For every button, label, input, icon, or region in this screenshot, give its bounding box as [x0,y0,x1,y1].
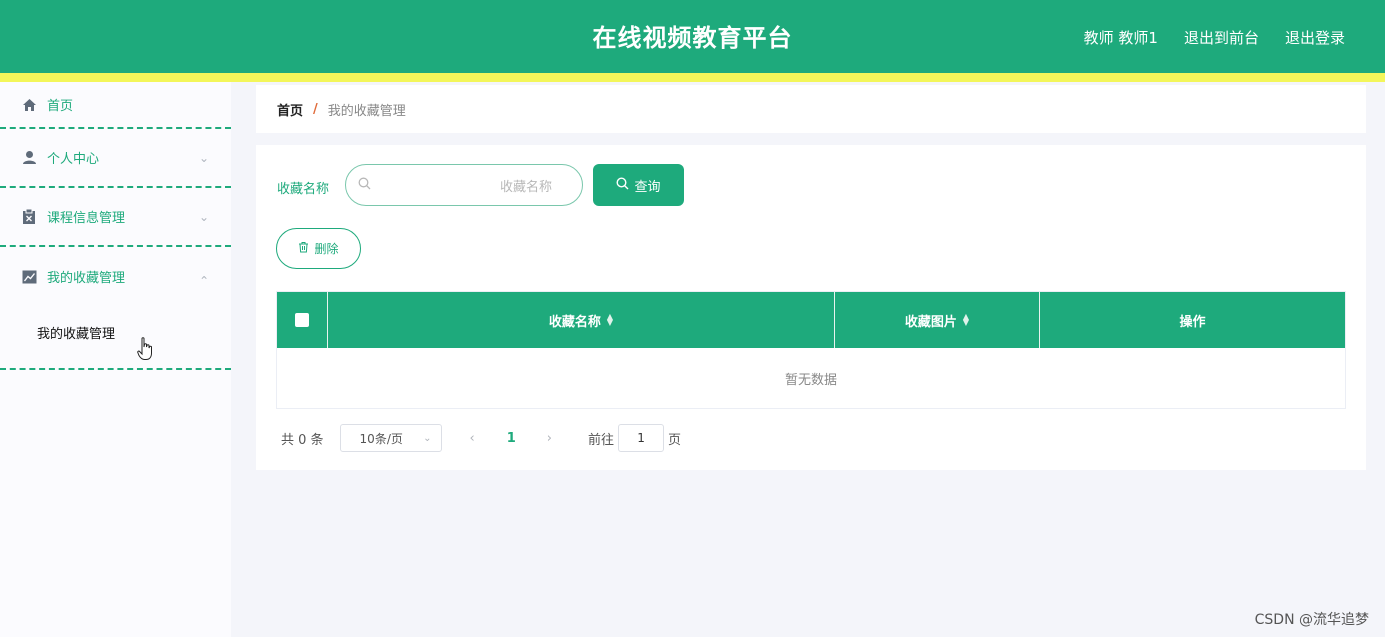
chevron-up-icon: ⌄ [198,272,209,287]
sidebar-item-personal-center[interactable]: 个人中心 ⌄ [0,129,231,188]
chevron-down-icon: ⌄ [423,432,432,444]
goto-prefix: 前往 [588,432,615,448]
breadcrumb-separator: / [313,101,318,117]
delete-button[interactable]: 删除 [276,228,361,269]
search-input[interactable]: 收藏名称 [345,164,583,206]
table-empty-message: 暂无数据 [784,372,837,388]
breadcrumb-current: 我的收藏管理 [327,103,406,119]
search-icon [616,176,629,194]
breadcrumb: 首页 / 我的收藏管理 [256,85,1366,133]
sidebar-item-label: 课程信息管理 [47,211,126,226]
chevron-down-icon: ⌄ [198,209,209,224]
sidebar-item-course-management[interactable]: 课程信息管理 ⌄ [0,188,231,247]
sidebar-subitem-label: 我的收藏管理 [37,327,116,342]
page-size-value: 10条/页 [359,431,403,446]
sidebar-subitem-my-favorites[interactable]: 我的收藏管理 [0,306,231,370]
chart-icon [21,269,37,285]
column-header-actions: 操作 [1040,292,1345,348]
sidebar-item-home[interactable]: 首页 [0,82,231,129]
exit-to-front-link[interactable]: 退出到前台 [1184,27,1259,48]
home-icon [21,97,37,113]
pagination-total: 共 0 条 [281,432,324,448]
content-panel: 收藏名称 收藏名称 查询 删除 收藏名称 ▲ ▼ 收藏图片 ▲ ▼ 操作 暂无数… [256,145,1366,470]
column-header-label: 收藏名称 [548,314,601,330]
sidebar-item-favorites-management[interactable]: 我的收藏管理 ⌄ [0,247,231,306]
user-name[interactable]: 教师 教师1 [1084,27,1158,48]
column-header-label: 收藏图片 [904,314,957,330]
sidebar: 首页 个人中心 ⌄ 课程信息管理 ⌄ 我的收藏管理 ⌄ 我的收藏管理 [0,82,231,637]
breadcrumb-home[interactable]: 首页 [277,100,303,119]
page-size-select[interactable]: 10条/页 ⌄ [339,424,442,452]
hand-cursor-icon [137,337,152,360]
sort-icon[interactable]: ▲ ▼ [963,313,969,327]
select-all-checkbox[interactable] [295,313,309,327]
sort-icon[interactable]: ▲ ▼ [607,313,613,327]
search-placeholder: 收藏名称 [499,179,552,195]
header-links: 教师 教师1 退出到前台 退出登录 [1084,27,1345,48]
top-header: 在线视频教育平台 教师 教师1 退出到前台 退出登录 [0,0,1385,73]
query-button[interactable]: 查询 [593,164,684,206]
sidebar-item-label: 我的收藏管理 [47,271,126,286]
page-number-current[interactable]: 1 [507,431,516,446]
delete-button-label: 删除 [314,242,339,256]
clipboard-icon [21,209,37,225]
logout-link[interactable]: 退出登录 [1285,27,1345,48]
goto-suffix: 页 [668,432,682,448]
search-label: 收藏名称 [277,182,330,197]
query-button-label: 查询 [634,179,661,195]
chevron-down-icon: ⌄ [198,150,209,165]
user-icon [21,150,37,166]
pagination: 共 0 条 10条/页 ⌄ ‹ 1 › 前往 1 页 [281,424,681,452]
next-page-icon[interactable]: › [547,431,552,446]
sidebar-item-label: 个人中心 [47,152,100,167]
column-header-label: 操作 [1179,314,1206,330]
trash-icon [298,241,309,256]
header-accent-stripe [0,73,1385,82]
table-header: 收藏名称 ▲ ▼ 收藏图片 ▲ ▼ 操作 [277,292,1345,348]
prev-page-icon[interactable]: ‹ [470,431,475,446]
watermark: CSDN @流华追梦 [1254,612,1369,628]
column-header-image[interactable]: 收藏图片 ▲ ▼ [835,292,1040,348]
select-all-cell [277,292,328,348]
favorites-table: 收藏名称 ▲ ▼ 收藏图片 ▲ ▼ 操作 暂无数据 [276,291,1346,409]
sidebar-item-label: 首页 [47,99,74,114]
column-header-name[interactable]: 收藏名称 ▲ ▼ [328,292,835,348]
goto-page-input[interactable]: 1 [618,424,665,452]
search-icon [358,177,371,194]
